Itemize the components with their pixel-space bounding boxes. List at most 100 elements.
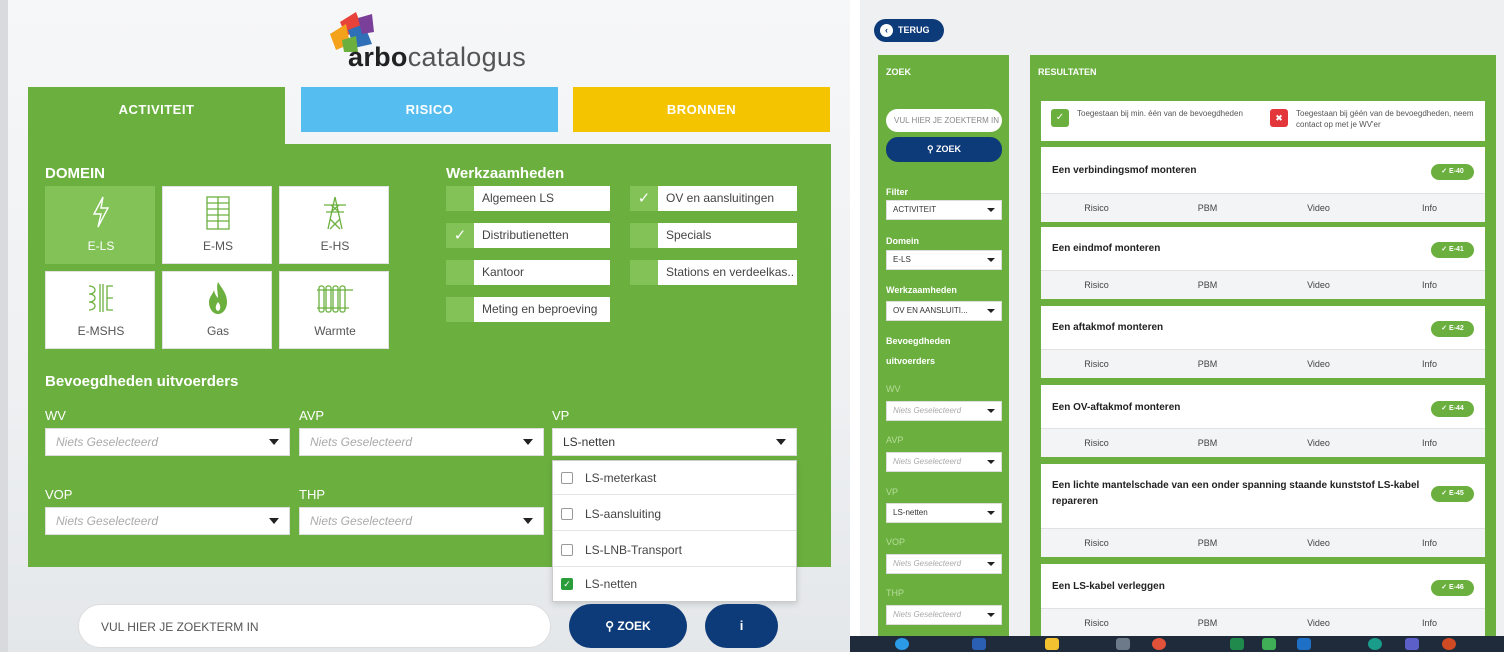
checkbox[interactable] — [446, 260, 474, 285]
thp-select[interactable]: Niets Geselecteerd — [886, 605, 1002, 625]
checkbox[interactable] — [446, 297, 474, 322]
sidebar-search-input[interactable]: VUL HIER JE ZOEKTERM IN — [886, 109, 1002, 132]
avp-select[interactable]: Niets Geselecteerd — [299, 428, 544, 456]
vop-select[interactable]: Niets Geselecteerd — [45, 507, 290, 535]
terug-button[interactable]: ‹ TERUG — [874, 19, 944, 42]
result-title[interactable]: Een aftakmof monteren — [1052, 320, 1402, 336]
risico-link[interactable]: Risico — [1041, 350, 1152, 379]
info-link[interactable]: Info — [1374, 194, 1485, 223]
checkbox[interactable] — [561, 472, 573, 484]
edge-browser-icon[interactable] — [895, 638, 909, 650]
pbm-link[interactable]: PBM — [1152, 271, 1263, 300]
domein-tile-warmte[interactable]: Warmte — [279, 271, 389, 349]
video-link[interactable]: Video — [1263, 271, 1374, 300]
checkmark-icon[interactable]: ✓ — [446, 223, 474, 248]
arbocatalogus-logo[interactable]: arbocatalogus — [328, 10, 548, 72]
pbm-link[interactable]: PBM — [1152, 194, 1263, 223]
result-card[interactable]: Een eindmof monteren ✓ E-41 Risico PBM V… — [1041, 227, 1485, 299]
domein-select[interactable]: E-LS — [886, 250, 1002, 270]
video-link[interactable]: Video — [1263, 429, 1374, 458]
calculator-icon[interactable] — [1116, 638, 1130, 650]
result-title[interactable]: Een OV-aftakmof monteren — [1052, 400, 1402, 416]
checkbox[interactable] — [446, 186, 474, 211]
teams-icon[interactable] — [1405, 638, 1419, 650]
video-link[interactable]: Video — [1263, 529, 1374, 558]
result-card[interactable]: Een OV-aftakmof monteren ✓ E-44 Risico P… — [1041, 385, 1485, 457]
checkbox[interactable] — [561, 544, 573, 556]
search-input[interactable]: VUL HIER JE ZOEKTERM IN — [78, 604, 551, 648]
domein-tile-e-hs[interactable]: E-HS — [279, 186, 389, 264]
tab-risico[interactable]: RISICO — [301, 87, 558, 132]
werkzaamheid-meting-en-beproeving[interactable]: Meting en beproeving — [446, 297, 610, 322]
werkzaamheid-algemeen-ls[interactable]: Algemeen LS — [446, 186, 610, 211]
file-explorer-icon[interactable] — [1045, 638, 1059, 650]
wv-select[interactable]: Niets Geselecteerd — [45, 428, 290, 456]
checkbox[interactable] — [630, 223, 658, 248]
checkmark-icon[interactable]: ✓ — [630, 186, 658, 211]
domein-tile-e-ms[interactable]: E-MS — [162, 186, 272, 264]
domein-tile-e-mshs[interactable]: E-MSHS — [45, 271, 155, 349]
result-title[interactable]: Een lichte mantelschade van een onder sp… — [1052, 478, 1422, 510]
vp-select[interactable]: LS-netten — [552, 428, 797, 456]
risico-link[interactable]: Risico — [1041, 429, 1152, 458]
thp-select[interactable]: Niets Geselecteerd — [299, 507, 544, 535]
result-card[interactable]: Een LS-kabel verleggen ✓ E-46 Risico PBM… — [1041, 564, 1485, 637]
info-link[interactable]: Info — [1374, 350, 1485, 379]
vp-select[interactable]: LS-netten — [886, 503, 1002, 523]
risico-link[interactable]: Risico — [1041, 609, 1152, 638]
video-link[interactable]: Video — [1263, 609, 1374, 638]
dropdown-option-ls-meterkast[interactable]: LS-meterkast — [553, 461, 796, 495]
werkzaamheid-specials[interactable]: Specials — [630, 223, 797, 248]
vop-select[interactable]: Niets Geselecteerd — [886, 554, 1002, 574]
risico-link[interactable]: Risico — [1041, 271, 1152, 300]
video-link[interactable]: Video — [1263, 194, 1374, 223]
sidebar-zoek-button[interactable]: ⚲ ZOEK — [886, 137, 1002, 162]
checkbox[interactable] — [630, 260, 658, 285]
werkzaamheid-ov-en-aansluitingen[interactable]: ✓ OV en aansluitingen — [630, 186, 797, 211]
domein-tile-gas[interactable]: Gas — [162, 271, 272, 349]
word-icon[interactable] — [972, 638, 986, 650]
excel-icon[interactable] — [1230, 638, 1244, 650]
info-link[interactable]: Info — [1374, 609, 1485, 638]
werkzaamheid-stations[interactable]: Stations en verdeelkas... — [630, 260, 797, 285]
result-card[interactable]: Een verbindingsmof monteren ✓ E-40 Risic… — [1041, 147, 1485, 222]
thp-label: THP — [299, 487, 325, 502]
wv-select[interactable]: Niets Geselecteerd — [886, 401, 1002, 421]
pbm-link[interactable]: PBM — [1152, 350, 1263, 379]
zoek-button[interactable]: ⚲ ZOEK — [569, 604, 687, 648]
werkzaamheid-distributienetten[interactable]: ✓ Distributienetten — [446, 223, 610, 248]
chrome-icon[interactable] — [1152, 638, 1166, 650]
result-card[interactable]: Een lichte mantelschade van een onder sp… — [1041, 464, 1485, 557]
caret-down-icon — [987, 460, 995, 464]
video-link[interactable]: Video — [1263, 350, 1374, 379]
result-title[interactable]: Een LS-kabel verleggen — [1052, 579, 1402, 595]
powerpoint-icon[interactable] — [1442, 638, 1456, 650]
filter-select[interactable]: ACTIVITEIT — [886, 200, 1002, 220]
dropdown-option-ls-lnb-transport[interactable]: LS-LNB-Transport — [553, 533, 796, 567]
result-card[interactable]: Een aftakmof monteren ✓ E-42 Risico PBM … — [1041, 306, 1485, 378]
pbm-link[interactable]: PBM — [1152, 529, 1263, 558]
result-title[interactable]: Een verbindingsmof monteren — [1052, 163, 1402, 179]
maps-icon[interactable] — [1262, 638, 1276, 650]
domein-tile-e-ls[interactable]: E-LS — [45, 186, 155, 264]
risico-link[interactable]: Risico — [1041, 194, 1152, 223]
checkbox[interactable] — [561, 508, 573, 520]
info-button[interactable]: i — [705, 604, 778, 648]
pbm-link[interactable]: PBM — [1152, 609, 1263, 638]
tab-activiteit[interactable]: ACTIVITEIT — [28, 87, 285, 145]
avp-select[interactable]: Niets Geselecteerd — [886, 452, 1002, 472]
info-link[interactable]: Info — [1374, 529, 1485, 558]
app-icon[interactable] — [1368, 638, 1382, 650]
checkmark-icon[interactable]: ✓ — [561, 578, 573, 590]
info-link[interactable]: Info — [1374, 271, 1485, 300]
risico-link[interactable]: Risico — [1041, 529, 1152, 558]
result-title[interactable]: Een eindmof monteren — [1052, 241, 1402, 257]
dropdown-option-ls-netten[interactable]: ✓ LS-netten — [553, 567, 796, 601]
pbm-link[interactable]: PBM — [1152, 429, 1263, 458]
outlook-icon[interactable] — [1297, 638, 1311, 650]
tab-bronnen[interactable]: BRONNEN — [573, 87, 830, 132]
werkzaamheden-select[interactable]: OV EN AANSLUITI... — [886, 301, 1002, 321]
info-link[interactable]: Info — [1374, 429, 1485, 458]
dropdown-option-ls-aansluiting[interactable]: LS-aansluiting — [553, 497, 796, 531]
werkzaamheid-kantoor[interactable]: Kantoor — [446, 260, 610, 285]
